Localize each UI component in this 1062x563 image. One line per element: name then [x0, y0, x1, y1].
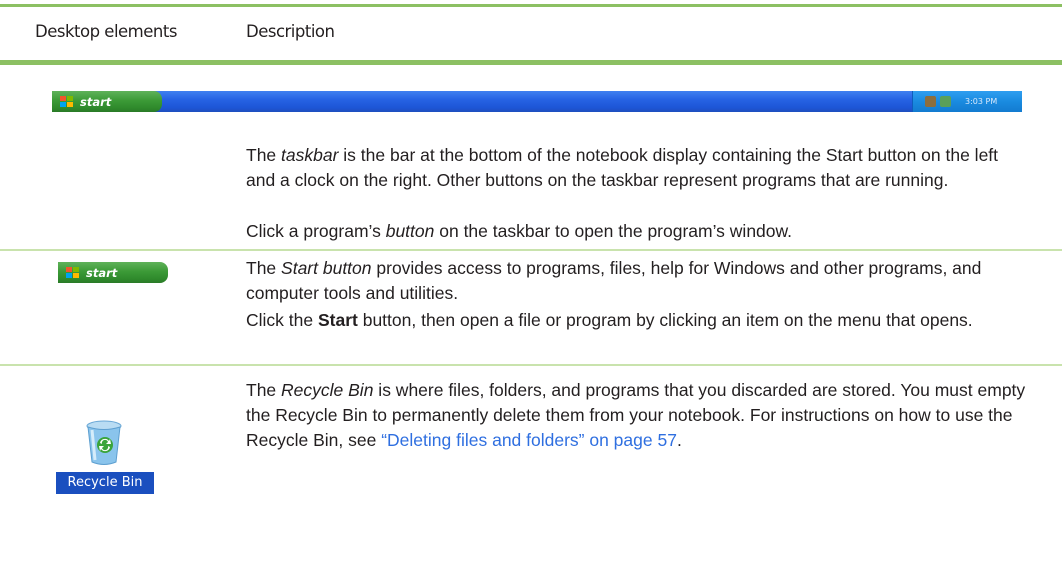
system-tray: 3:03 PM	[912, 91, 1022, 112]
term-recycle-bin: Recycle Bin	[281, 380, 374, 400]
bold-start: Start	[317, 310, 358, 330]
table-header: Desktop elements Description	[0, 7, 1062, 63]
windows-flag-icon	[60, 95, 74, 108]
recycle-bin-description: The Recycle Bin is where files, folders,…	[246, 380, 1026, 450]
volume-icon	[940, 96, 951, 107]
start-button-image: start	[58, 262, 168, 284]
header-description: Description	[246, 22, 335, 41]
row-divider	[0, 364, 1062, 366]
deleting-files-link[interactable]: “Deleting files and folders” on page 57	[381, 430, 677, 450]
taskbar-description: The taskbar is the bar at the bottom of …	[246, 145, 999, 190]
recycle-bin-image: Recycle Bin	[56, 420, 154, 510]
header-rule	[0, 60, 1062, 65]
recycle-bin-label: Recycle Bin	[56, 472, 154, 494]
term-button: button	[385, 221, 435, 241]
windows-flag-icon	[66, 266, 80, 279]
tray-clock: 3:03 PM	[965, 97, 998, 106]
start-label: start	[86, 265, 118, 280]
row-divider	[0, 249, 1062, 251]
taskbar-start-button: start	[52, 91, 162, 112]
recycle-bin-icon	[86, 420, 122, 465]
taskbar-instruction: Click a program’s button on the taskbar …	[246, 221, 793, 241]
header-desktop-elements: Desktop elements	[35, 22, 177, 41]
network-icon	[925, 96, 936, 107]
start-button: start	[58, 262, 168, 283]
taskbar-image: start 3:03 PM	[52, 91, 1022, 112]
start-button-instruction: Click the Start button, then open a file…	[246, 310, 973, 330]
start-button-description: The Start button provides access to prog…	[246, 258, 982, 303]
taskbar-start-label: start	[80, 94, 112, 109]
term-taskbar: taskbar	[281, 145, 339, 165]
term-start-button: Start button	[281, 258, 372, 278]
